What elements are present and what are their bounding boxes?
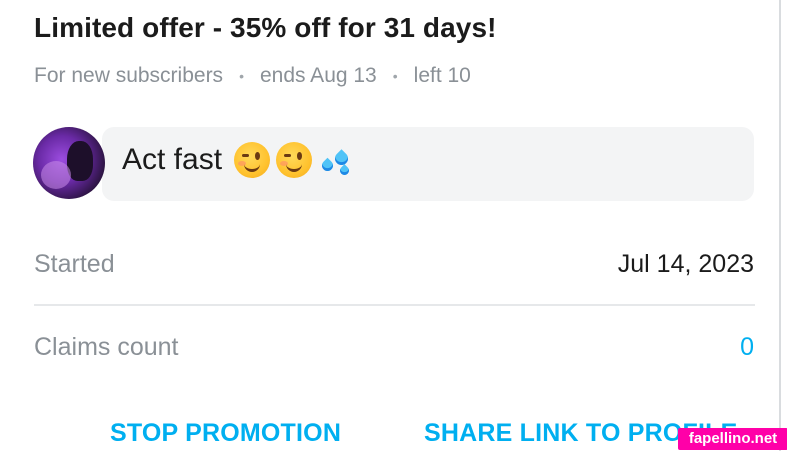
offer-meta: For new subscribers • ends Aug 13 • left… bbox=[34, 64, 471, 88]
meta-separator: • bbox=[239, 68, 244, 84]
started-value: Jul 14, 2023 bbox=[617, 250, 754, 278]
scroll-edge-line bbox=[779, 0, 781, 451]
offer-title: Limited offer - 35% off for 31 days! bbox=[34, 12, 497, 43]
claims-count-value[interactable]: 0 bbox=[740, 333, 754, 362]
sweat-droplets-icon bbox=[318, 142, 354, 178]
winking-face-icon bbox=[234, 142, 271, 178]
promo-message-text: Act fast bbox=[122, 143, 223, 176]
promo-message: Act fast bbox=[122, 142, 354, 178]
offer-remaining: left 10 bbox=[413, 64, 471, 87]
started-label: Started bbox=[34, 250, 115, 278]
avatar[interactable] bbox=[33, 127, 105, 199]
watermark: fapellino.net bbox=[678, 428, 787, 450]
offer-end-date: ends Aug 13 bbox=[259, 64, 377, 87]
avatar-highlight bbox=[41, 161, 71, 189]
claims-count-label: Claims count bbox=[34, 333, 179, 361]
meta-separator: • bbox=[392, 68, 398, 84]
divider bbox=[34, 304, 755, 306]
stop-promotion-button[interactable]: STOP PROMOTION bbox=[110, 419, 341, 448]
winking-face-icon bbox=[276, 142, 313, 178]
offer-audience: For new subscribers bbox=[34, 64, 224, 87]
